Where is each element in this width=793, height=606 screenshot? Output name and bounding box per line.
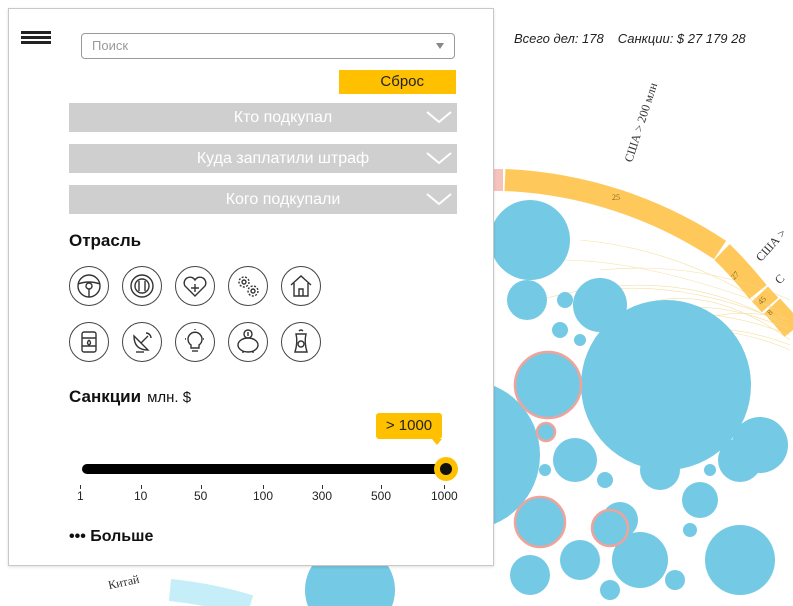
ring-segment-27[interactable] <box>714 244 767 299</box>
slider-tick: 100 <box>253 485 274 503</box>
power-plant-icon[interactable] <box>281 322 321 362</box>
menu-icon[interactable] <box>21 31 51 45</box>
sanctions-slider-handle[interactable] <box>434 457 458 481</box>
slider-tick-label: 100 <box>253 489 274 503</box>
dropdown-who-bribed[interactable]: Кто подкупал <box>69 103 457 132</box>
dropdown-fine-paid-where[interactable]: Куда заплатили штраф <box>69 144 457 173</box>
slider-tick: 500 <box>371 485 392 503</box>
sanctions-unit: млн. $ <box>147 389 192 406</box>
sanctions-heading: Санкции млн. $ <box>69 387 191 407</box>
slider-tick-label: 50 <box>194 489 208 503</box>
more-button[interactable]: ••• Больше <box>69 528 153 546</box>
dropdown-who-was-bribed[interactable]: Кого подкупали <box>69 185 457 214</box>
lightbulb-icon[interactable] <box>175 322 215 362</box>
oil-barrel-icon[interactable] <box>69 322 109 362</box>
chevron-down-icon <box>426 152 452 165</box>
chevron-down-icon <box>436 43 444 49</box>
slider-tick-label: 10 <box>134 489 148 503</box>
filter-panel: Поиск Сброс Кто подкупал Куда заплатили … <box>8 8 494 566</box>
slider-value-tooltip: > 1000 <box>376 413 442 445</box>
dropdown-label: Кого подкупали <box>225 191 341 208</box>
ring-count-25: 25 <box>612 193 620 202</box>
slider-tick-label: 300 <box>312 489 333 503</box>
piggy-bank-icon[interactable] <box>228 322 268 362</box>
slider-tick: 10 <box>134 485 148 503</box>
ring-segment-china[interactable] <box>168 579 254 606</box>
satellite-dish-icon[interactable] <box>122 322 162 362</box>
gears-icon[interactable] <box>228 266 268 306</box>
slider-tick: 1000 <box>431 485 458 503</box>
search-select[interactable]: Поиск <box>81 33 455 59</box>
total-cases: Всего дел: 178 <box>514 31 604 46</box>
plate-cutlery-icon[interactable] <box>122 266 162 306</box>
slider-tick: 300 <box>312 485 333 503</box>
slider-tick-label: 1000 <box>431 489 458 503</box>
chevron-down-icon <box>426 111 452 124</box>
dropdown-label: Куда заплатили штраф <box>196 150 370 167</box>
dropdown-label: Кто подкупал <box>233 109 333 126</box>
slider-tick-label: 500 <box>371 489 392 503</box>
slider-tick-label: 1 <box>77 489 84 503</box>
slider-tick: 1 <box>77 485 84 503</box>
industry-heading: Отрасль <box>69 231 142 250</box>
house-icon[interactable] <box>281 266 321 306</box>
heart-cross-icon[interactable] <box>175 266 215 306</box>
reset-button[interactable]: Сброс <box>339 70 456 94</box>
steering-wheel-icon[interactable] <box>69 266 109 306</box>
search-placeholder: Поиск <box>92 38 129 53</box>
chevron-down-icon <box>426 193 452 206</box>
sanctions-slider-track[interactable] <box>82 464 444 474</box>
total-sanctions: Санкции: $ 27 179 28 <box>617 31 746 46</box>
sanctions-title: Санкции <box>69 387 142 406</box>
stats-bar: Всего дел: 178 Санкции: $ 27 179 28 <box>514 31 760 46</box>
slider-tick: 50 <box>194 485 208 503</box>
